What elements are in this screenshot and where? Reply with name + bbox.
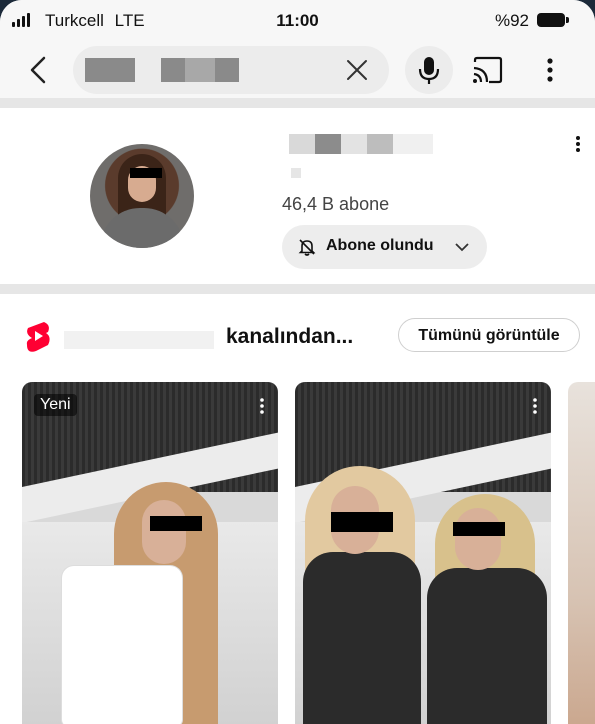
shorts-shelf-header: kanalından... Tümünü görüntüle [0,296,595,376]
back-arrow-icon[interactable] [22,52,58,88]
censor-bar [150,516,202,531]
search-header [0,42,595,98]
channel-handle-redacted [291,168,301,178]
censor-bar [331,512,393,532]
status-bar: Turkcell LTE 11:00 %92 [0,0,595,42]
white-shirt [62,566,182,724]
short-card-partial[interactable] [568,382,595,724]
app-frame: Turkcell LTE 11:00 %92 46,4 B abone Abon… [0,0,595,724]
signal-icon [12,13,30,27]
black-dress [303,552,421,724]
shorts-carousel: Yeni [0,376,595,724]
clear-icon[interactable] [343,56,371,84]
black-dress [427,568,547,724]
battery-percent: %92 [494,11,529,30]
divider [0,98,595,108]
subscribed-button[interactable]: Abone olundu [282,225,487,269]
short-card[interactable]: Yeni [22,382,278,724]
clock: 11:00 [276,11,319,30]
cast-icon[interactable] [470,54,504,86]
voice-search-button[interactable] [405,46,453,94]
carrier-label: Turkcell LTE [45,11,145,31]
subscriber-count: 46,4 B abone [282,194,390,214]
search-input[interactable] [73,46,389,94]
subscribed-label: Abone olundu [326,237,434,254]
short-card[interactable] [295,382,551,724]
channel-avatar[interactable] [90,144,194,248]
censor-bar [453,522,505,536]
battery-icon [537,13,569,27]
network-type: LTE [114,11,145,30]
more-vert-icon[interactable] [538,52,562,88]
more-vert-icon[interactable] [258,396,266,416]
channel-name-redacted [64,331,214,349]
see-all-button[interactable]: Tümünü görüntüle [398,318,580,352]
youtube-shorts-icon [26,322,50,352]
new-badge: Yeni [34,394,77,416]
chevron-down-icon [455,243,469,252]
channel-more-icon[interactable] [570,132,586,156]
divider [0,284,595,294]
more-vert-icon[interactable] [531,396,539,416]
bell-off-icon [298,239,316,256]
search-query-redacted [161,58,239,82]
search-query-redacted [85,58,135,82]
channel-header: 46,4 B abone Abone olundu [0,108,595,284]
mic-icon [418,57,440,84]
channel-name-redacted [289,134,439,154]
shelf-title: kanalından... [226,325,354,348]
carrier-name: Turkcell [45,11,104,30]
